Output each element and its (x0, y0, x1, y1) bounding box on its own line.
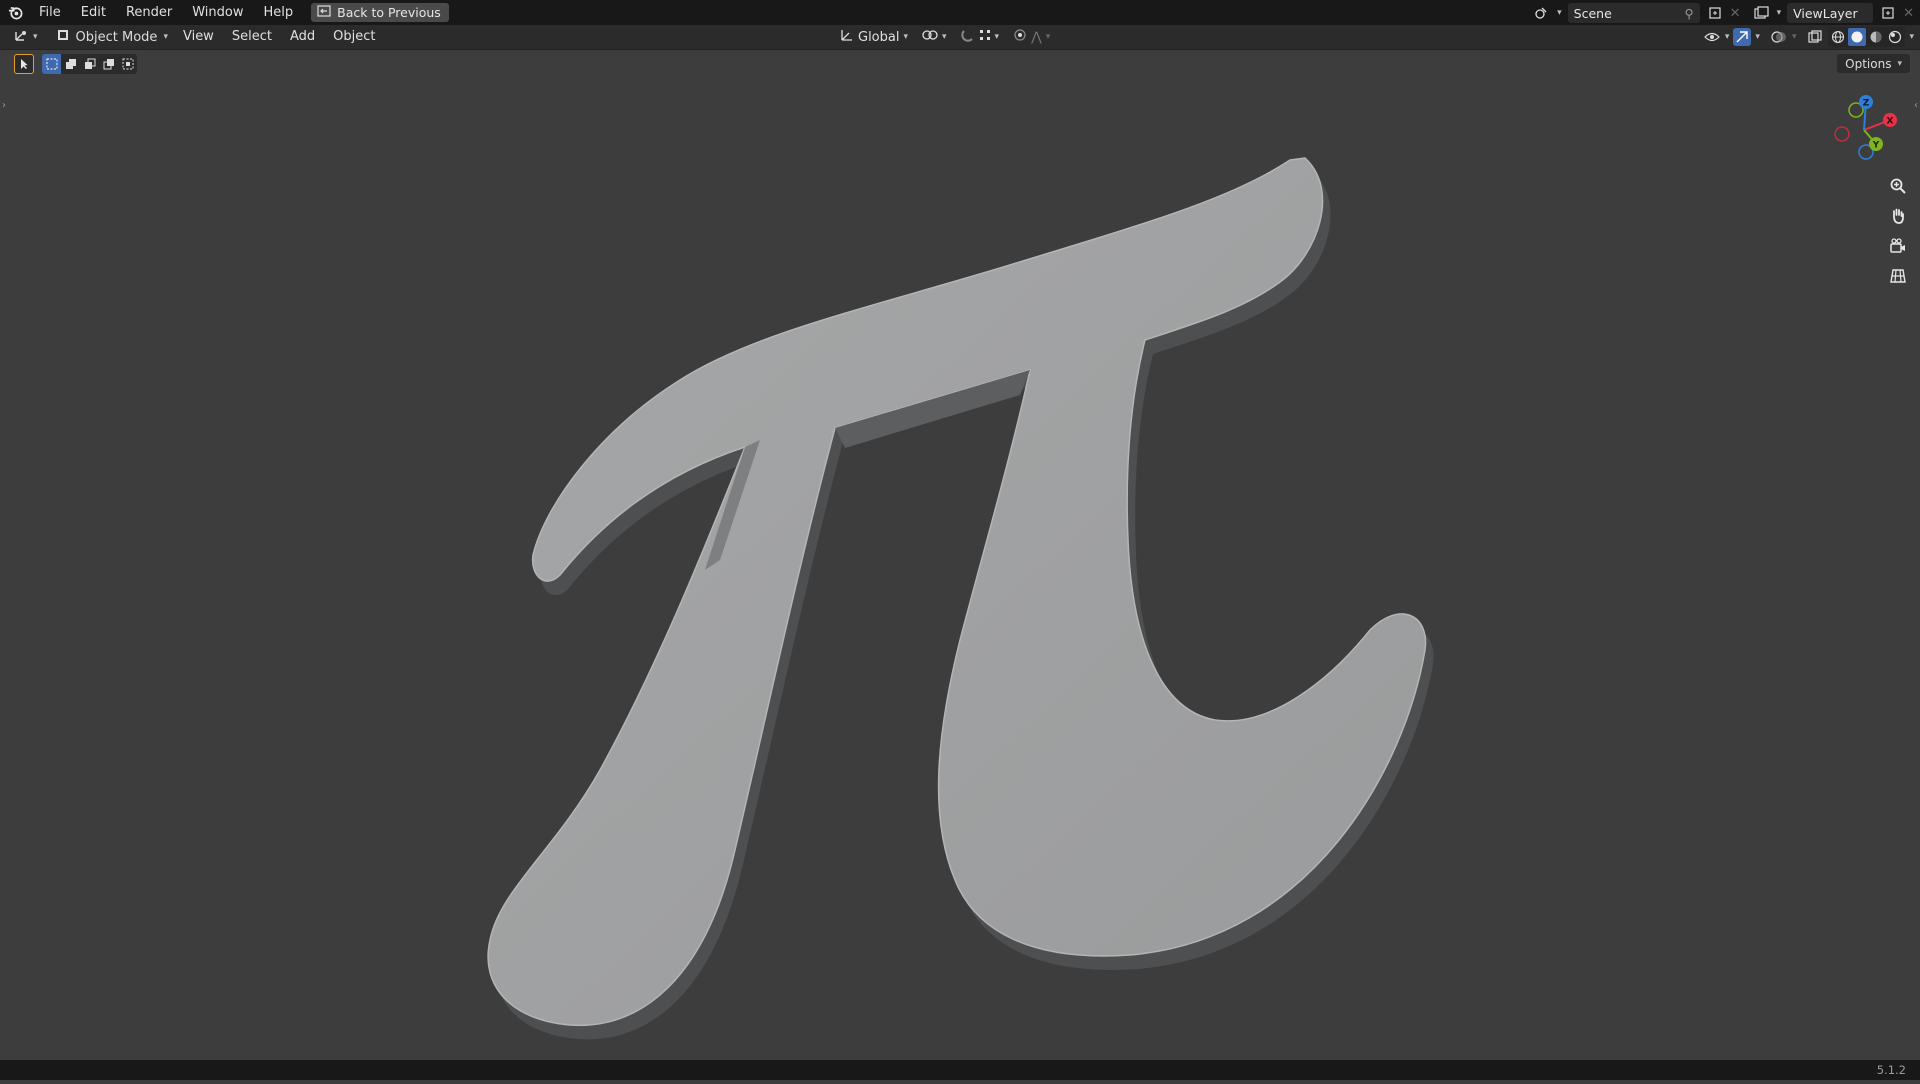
select-intersect-icon[interactable] (118, 54, 137, 74)
chevron-down-icon: ▾ (942, 32, 947, 42)
viewport[interactable] (0, 0, 1920, 1080)
axis-y-handle: Y (1869, 137, 1883, 151)
pivot-icon (922, 28, 938, 46)
sidebar-expand-icon[interactable]: ‹ (1914, 100, 1918, 111)
axis-z-label: Z (1863, 99, 1870, 109)
menu-select[interactable]: Select (223, 25, 281, 49)
menu-window[interactable]: Window (182, 0, 253, 25)
snapping-controls[interactable]: ▾ (957, 27, 1004, 47)
axis-x-label: X (1887, 117, 1894, 127)
menu-view[interactable]: View (174, 25, 223, 49)
options-dropdown[interactable]: Options ▾ (1837, 54, 1910, 73)
axis-cross-icon (14, 28, 30, 46)
chevron-down-icon: ▾ (1897, 58, 1902, 69)
zoom-icon[interactable] (1886, 174, 1910, 198)
proportional-editing-controls[interactable]: ⋀ ▾ (1009, 27, 1054, 47)
select-extend-icon[interactable] (61, 54, 80, 74)
blender-logo-icon[interactable] (7, 5, 23, 21)
chevron-down-icon: ▾ (903, 32, 909, 42)
rendered-shading-icon[interactable] (1886, 28, 1904, 46)
chevron-down-icon[interactable]: ▾ (1909, 32, 1914, 42)
shading-modes (1828, 27, 1906, 47)
chevron-down-icon[interactable]: ▾ (1557, 8, 1562, 18)
axis-z-handle: Z (1859, 95, 1873, 109)
new-scene-icon[interactable] (1706, 4, 1724, 22)
chevron-down-icon: ▾ (33, 32, 38, 42)
wireframe-shading-icon[interactable] (1829, 28, 1847, 46)
select-new-icon[interactable] (42, 54, 61, 74)
axis-y-label: Y (1872, 141, 1880, 151)
menu-object[interactable]: Object (324, 25, 384, 49)
hand-icon[interactable] (1886, 204, 1910, 228)
status-bar: 5.1.2 (0, 1060, 1920, 1080)
transform-orientation-dropdown[interactable]: Global ▾ (836, 27, 912, 47)
snap-toggle-icon[interactable] (960, 28, 975, 46)
new-view-layer-icon[interactable] (1879, 4, 1897, 22)
selection-mode-group (42, 54, 137, 74)
transform-tools: Global ▾ ▾ ▾ ⋀ ▾ (836, 25, 1054, 49)
menu-render[interactable]: Render (116, 0, 182, 25)
snap-target-icon[interactable] (979, 29, 991, 45)
view-layer-browse-icon[interactable] (1753, 4, 1771, 22)
object-mode-icon (56, 28, 70, 46)
orientation-icon (840, 28, 854, 46)
version-label: 5.1.2 (1876, 1063, 1906, 1077)
menu-file[interactable]: File (29, 0, 71, 25)
pivot-point-dropdown[interactable]: ▾ (918, 27, 951, 47)
overlays-icon[interactable] (1770, 28, 1788, 46)
scene-browse-icon[interactable] (1533, 4, 1551, 22)
view-layer-name: ViewLayer (1793, 5, 1858, 21)
pin-icon[interactable]: ⚲ (1685, 6, 1694, 21)
back-to-previous-button[interactable]: Back to Previous (311, 3, 449, 22)
back-to-previous-label: Back to Previous (337, 5, 441, 20)
chevron-down-icon: ▾ (163, 32, 168, 42)
screen-back-icon (317, 5, 331, 20)
toolbar-expand-icon[interactable]: › (2, 100, 6, 111)
select-subtract-icon[interactable] (80, 54, 99, 74)
material-shading-icon[interactable] (1867, 28, 1885, 46)
navigation-gizmo[interactable]: X Y Z (1826, 92, 1902, 168)
view-layer-selector[interactable]: ViewLayer (1787, 3, 1874, 23)
grid-icon[interactable] (1886, 264, 1910, 288)
menu-add[interactable]: Add (281, 25, 324, 49)
workspace-selectors: ▾ Scene ⚲ ✕ ▾ ViewLayer ✕ (1533, 3, 1914, 23)
chevron-down-icon: ▾ (994, 32, 1000, 42)
scene-name: Scene (1573, 5, 1612, 21)
viewport-header-right: ▾ ▾ ▾ ▾ (1703, 25, 1914, 49)
menu-help[interactable]: Help (254, 0, 304, 25)
object-mode-dropdown[interactable]: Object Mode ▾ (49, 27, 174, 47)
gizmo-toggle-icon[interactable] (1733, 28, 1752, 46)
camera-icon[interactable] (1886, 234, 1910, 258)
chevron-down-icon[interactable]: ▾ (1725, 32, 1730, 42)
delete-view-layer-icon[interactable]: ✕ (1903, 6, 1914, 21)
scene-selector[interactable]: Scene ⚲ (1567, 3, 1700, 23)
editor-type-button[interactable]: ▾ (10, 27, 42, 47)
menu-edit[interactable]: Edit (71, 0, 116, 25)
pi-object[interactable] (0, 0, 1920, 1080)
delete-scene-icon[interactable]: ✕ (1730, 6, 1741, 21)
chevron-down-icon[interactable]: ▾ (1777, 8, 1782, 18)
chevron-down-icon: ▾ (1045, 32, 1051, 42)
top-bar: File Edit Render Window Help Back to Pre… (0, 0, 1920, 25)
chevron-down-icon[interactable]: ▾ (1792, 32, 1797, 42)
transform-orientation-label: Global (858, 29, 900, 45)
solid-shading-icon[interactable] (1848, 28, 1867, 46)
axis-x-handle: X (1883, 113, 1897, 127)
xray-toggle-icon[interactable] (1806, 28, 1824, 46)
options-label: Options (1845, 56, 1892, 71)
select-difference-icon[interactable] (99, 54, 118, 74)
proportional-edit-icon[interactable] (1013, 28, 1027, 46)
select-tool-icon[interactable] (14, 54, 34, 74)
visibility-icon[interactable] (1703, 28, 1721, 46)
object-mode-label: Object Mode (75, 29, 158, 45)
chevron-down-icon[interactable]: ▾ (1755, 32, 1760, 42)
falloff-icon[interactable]: ⋀ (1031, 30, 1042, 45)
